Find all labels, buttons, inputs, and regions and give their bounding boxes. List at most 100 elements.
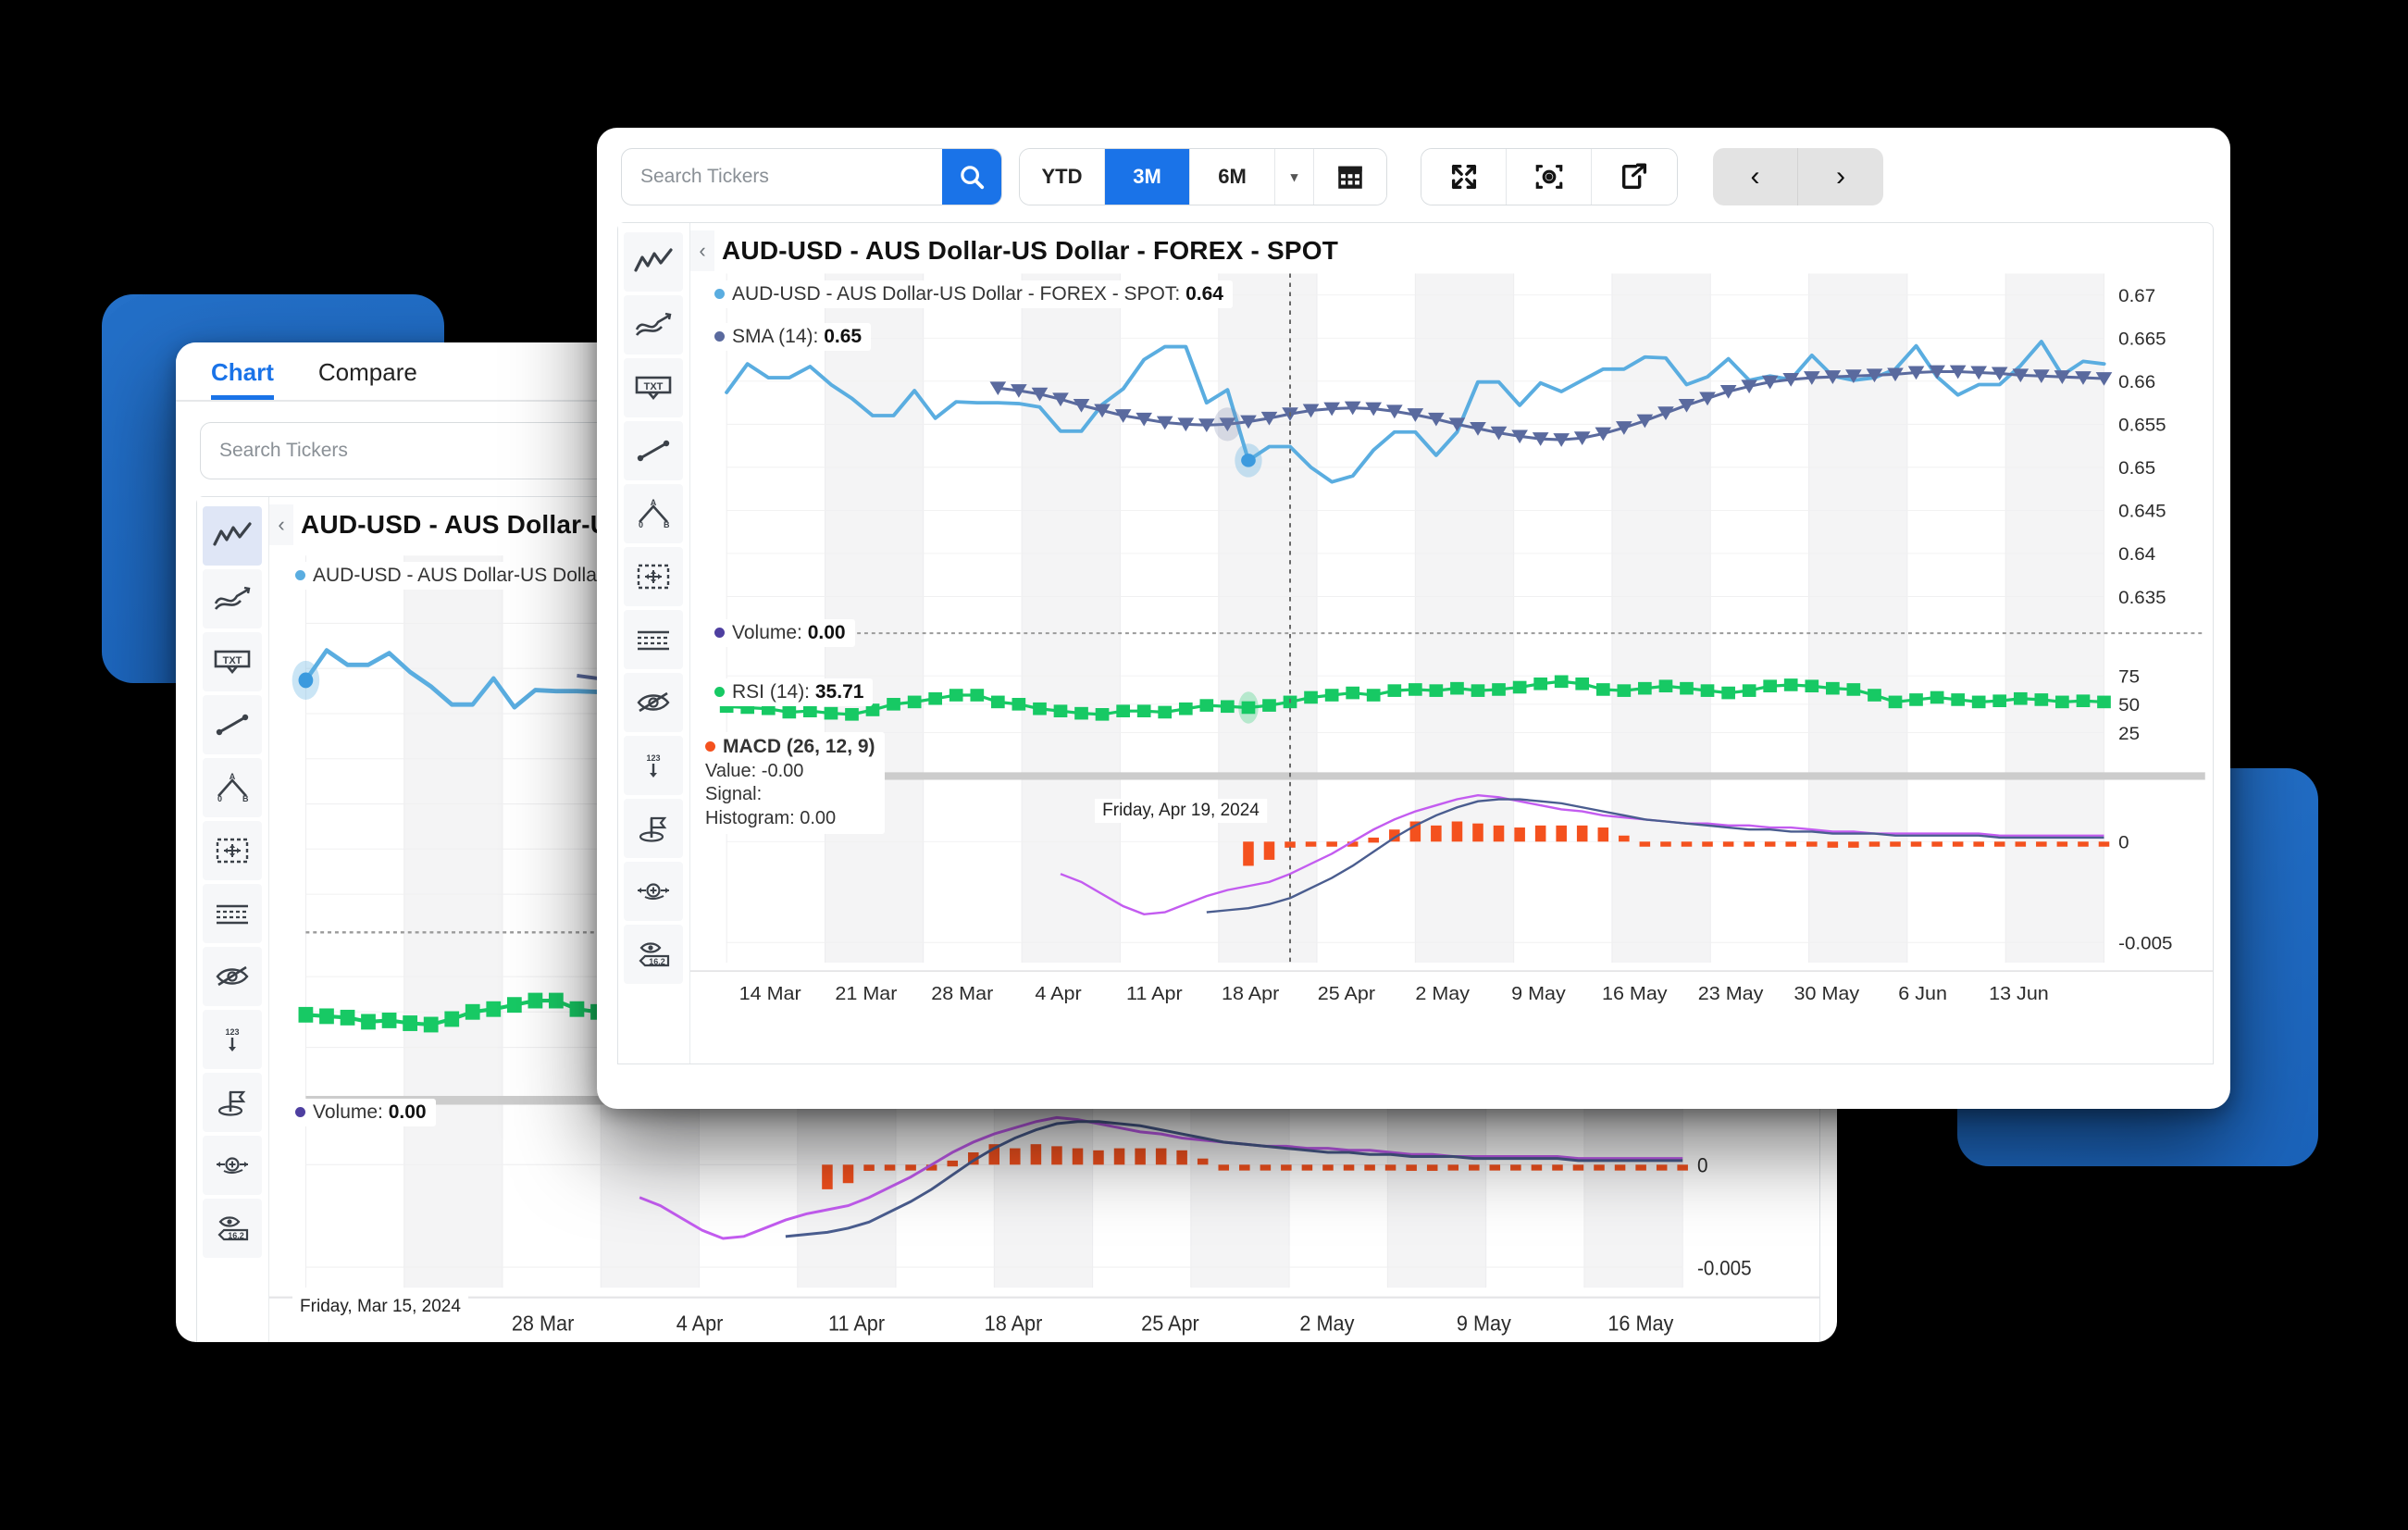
- chart-svg-front: 0.67 0.665 0.66 0.655 0.65 0.645 0.64 0.635 75 50…: [690, 223, 2213, 1064]
- svg-text:14 Mar: 14 Mar: [739, 984, 801, 1004]
- svg-text:2 May: 2 May: [1299, 1312, 1355, 1336]
- svg-text:21 Mar: 21 Mar: [835, 984, 897, 1004]
- legend-rsi-front: RSI (14): 35.71: [711, 678, 874, 706]
- flag-marker-tool-front[interactable]: [624, 799, 683, 858]
- search-row-front: YTD 3M 6M ▾ ‹: [597, 128, 2230, 218]
- svg-text:28 Mar: 28 Mar: [931, 984, 993, 1004]
- legend-macd-histogram: Histogram: 0.00: [705, 808, 837, 829]
- svg-text:25 Apr: 25 Apr: [1141, 1312, 1199, 1336]
- calendar-icon: [1338, 166, 1362, 189]
- numeric-axis-tool[interactable]: 123: [203, 1010, 262, 1069]
- svg-text:0.66: 0.66: [2118, 373, 2155, 392]
- action-button-group: [1421, 148, 1678, 205]
- chart-card-front: TXT A0B 123 16.2 ‹ AUD-USD - AUS Dollar-…: [617, 222, 2214, 1064]
- svg-text:B: B: [664, 520, 670, 529]
- drawing-toolbar-back: TXT A 0 B 123 16.2: [197, 497, 269, 1342]
- trend-line-tool-front[interactable]: [624, 295, 683, 355]
- range-3m-button[interactable]: 3M: [1105, 149, 1190, 205]
- tab-compare[interactable]: Compare: [318, 360, 417, 400]
- svg-text:A: A: [230, 773, 236, 781]
- line-chart-tool[interactable]: [203, 506, 262, 566]
- svg-text:123: 123: [646, 753, 660, 763]
- svg-text:0: 0: [217, 794, 222, 802]
- legend-price-dot-back: [295, 570, 305, 580]
- svg-text:9 May: 9 May: [1457, 1312, 1512, 1336]
- svg-text:11 Apr: 11 Apr: [828, 1312, 886, 1336]
- legend-price-value: 0.64: [1185, 283, 1223, 305]
- svg-text:6 Jun: 6 Jun: [1898, 984, 1947, 1004]
- legend-volume-label: Volume:: [732, 622, 802, 643]
- legend-rsi-dot: [714, 687, 725, 697]
- value-readout-tool-front[interactable]: 16.2: [624, 925, 683, 984]
- camera-icon: [1535, 165, 1562, 189]
- search-box-front[interactable]: [621, 148, 1002, 205]
- svg-text:-0.005: -0.005: [1697, 1257, 1752, 1280]
- text-annotation-tool[interactable]: TXT: [203, 632, 262, 691]
- flag-marker-tool[interactable]: [203, 1073, 262, 1132]
- segment-tool[interactable]: [203, 695, 262, 754]
- search-input-front[interactable]: [622, 149, 943, 205]
- share-button[interactable]: [1592, 149, 1677, 205]
- legend-volume-front: Volume: 0.00: [711, 619, 855, 647]
- legend-sma-value: 0.65: [824, 326, 863, 347]
- hide-drawings-tool[interactable]: [203, 947, 262, 1006]
- svg-text:TXT: TXT: [223, 655, 242, 666]
- svg-text:0: 0: [639, 520, 643, 529]
- svg-text:25 Apr: 25 Apr: [1318, 984, 1375, 1004]
- plot-area-front: AUD-USD - AUS Dollar-US Dollar - FOREX -…: [690, 223, 2213, 1064]
- svg-text:50: 50: [2118, 696, 2140, 715]
- share-icon: [1621, 163, 1647, 190]
- angle-tool-front[interactable]: A 0 B: [624, 484, 683, 543]
- crosshair-tool-front[interactable]: [624, 862, 683, 921]
- screenshot-stage: Chart Compare TXT: [0, 0, 2408, 1530]
- legend-volume-dot-back: [295, 1107, 305, 1117]
- search-icon: [961, 166, 985, 190]
- svg-text:2 May: 2 May: [1415, 984, 1470, 1004]
- range-6m-button[interactable]: 6M: [1190, 149, 1275, 205]
- move-selection-tool-front[interactable]: [624, 547, 683, 606]
- calendar-button[interactable]: [1314, 149, 1386, 205]
- crosshair-tool[interactable]: [203, 1136, 262, 1195]
- text-annotation-tool-front[interactable]: TXT: [624, 358, 683, 417]
- numeric-axis-tool-front[interactable]: 123: [624, 736, 683, 795]
- svg-text:0.64: 0.64: [2118, 545, 2155, 565]
- legend-macd-front: MACD (26, 12, 9) Value: -0.00 Signal: Hi…: [701, 732, 885, 834]
- grid-lines-tool[interactable]: [203, 884, 262, 943]
- legend-macd-value: Value: -0.00: [705, 760, 804, 781]
- svg-text:18 Apr: 18 Apr: [985, 1312, 1043, 1336]
- search-button[interactable]: [942, 149, 1001, 205]
- svg-text:0: 0: [1697, 1154, 1708, 1177]
- svg-text:16 May: 16 May: [1602, 984, 1668, 1004]
- legend-price-dot: [714, 289, 725, 299]
- hide-drawings-tool-front[interactable]: [624, 673, 683, 732]
- svg-text:B: B: [242, 794, 249, 802]
- line-chart-tool-front[interactable]: [624, 232, 683, 292]
- search-input-back[interactable]: [201, 423, 489, 479]
- range-ytd-button[interactable]: YTD: [1020, 149, 1105, 205]
- svg-text:28 Mar: 28 Mar: [512, 1312, 575, 1336]
- grid-lines-tool-front[interactable]: [624, 610, 683, 669]
- svg-text:13 Jun: 13 Jun: [1989, 984, 2049, 1004]
- legend-price-front: AUD-USD - AUS Dollar-US Dollar - FOREX -…: [711, 280, 1233, 308]
- svg-text:0.65: 0.65: [2118, 459, 2155, 479]
- next-button[interactable]: ›: [1798, 148, 1883, 205]
- svg-text:123: 123: [225, 1027, 239, 1037]
- segment-tool-front[interactable]: [624, 421, 683, 480]
- value-readout-tool[interactable]: 16.2: [203, 1199, 262, 1258]
- svg-text:0: 0: [2118, 833, 2129, 852]
- tab-chart[interactable]: Chart: [211, 360, 274, 400]
- trend-line-tool[interactable]: [203, 569, 262, 628]
- svg-text:4 Apr: 4 Apr: [1035, 984, 1081, 1004]
- fullscreen-icon: [1451, 164, 1476, 190]
- range-selector: YTD 3M 6M ▾: [1019, 148, 1387, 205]
- chevron-down-icon[interactable]: ▾: [1275, 149, 1314, 205]
- fullscreen-button[interactable]: [1421, 149, 1507, 205]
- svg-text:11 Apr: 11 Apr: [1126, 984, 1183, 1004]
- legend-sma-dot: [714, 331, 725, 342]
- angle-tool[interactable]: A 0 B: [203, 758, 262, 817]
- svg-text:16.2: 16.2: [649, 957, 665, 966]
- snapshot-button[interactable]: [1507, 149, 1592, 205]
- svg-text:0.635: 0.635: [2118, 588, 2166, 607]
- prev-button[interactable]: ‹: [1713, 148, 1798, 205]
- move-selection-tool[interactable]: [203, 821, 262, 880]
